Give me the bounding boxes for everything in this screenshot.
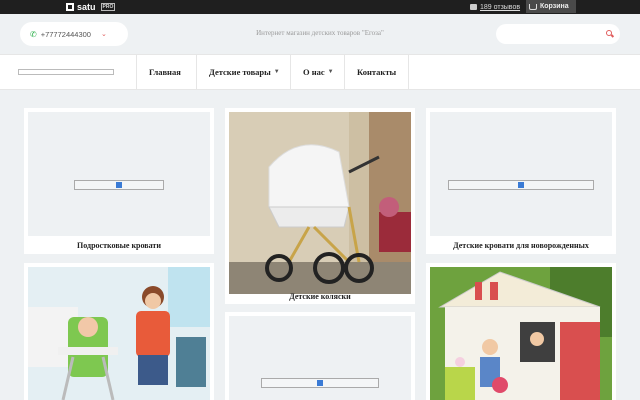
category-card-highchairs[interactable] <box>24 263 214 400</box>
highchair-photo <box>28 267 210 400</box>
stroller-photo <box>229 112 411 294</box>
nav-item-contacts[interactable]: Контакты <box>344 55 410 89</box>
category-image <box>229 112 411 294</box>
phone-number: +77772444300 <box>40 29 91 39</box>
category-image <box>430 112 612 236</box>
shop-name: Интернет магазин детских товаров "Егоза" <box>256 29 384 37</box>
broken-image-icon <box>518 182 524 188</box>
cart-icon <box>529 3 537 10</box>
phone-dropdown[interactable]: ✆ +77772444300 ⌄ <box>20 22 128 46</box>
site-header: ✆ +77772444300 ⌄ Интернет магазин детски… <box>0 14 640 54</box>
phone-icon: ✆ <box>30 29 37 39</box>
search-input[interactable] <box>496 24 620 44</box>
chevron-down-icon: ▼ <box>273 69 280 75</box>
category-image <box>229 316 411 400</box>
satu-topbar: satu PRO 189 отзывов Корзина <box>0 0 640 14</box>
reviews-link[interactable]: 189 отзывов <box>470 2 520 12</box>
site-logo[interactable] <box>18 69 114 75</box>
nav-item-about[interactable]: О нас ▼ <box>290 55 346 89</box>
category-image <box>430 267 612 400</box>
broken-image-placeholder <box>448 180 594 190</box>
category-card-strollers[interactable]: Детские коляски <box>225 108 415 304</box>
broken-image-placeholder <box>261 378 379 388</box>
category-title[interactable]: Детские кровати для новорожденных <box>426 241 616 250</box>
category-image <box>28 267 210 400</box>
category-card-placeholder[interactable] <box>225 312 415 400</box>
speech-bubble-icon <box>470 4 477 10</box>
reviews-count[interactable]: 189 отзывов <box>480 4 520 11</box>
category-title[interactable]: Детские коляски <box>225 292 415 301</box>
broken-image-placeholder <box>74 180 164 190</box>
nav-item-home[interactable]: Главная <box>136 55 193 89</box>
main-nav: Главная Детские товары ▼ О нас ▼ Контакт… <box>0 54 640 90</box>
category-image <box>28 112 210 236</box>
cart-label: Корзина <box>540 3 569 10</box>
search-icon[interactable] <box>606 30 612 36</box>
satu-logo[interactable]: satu PRO <box>66 2 116 12</box>
satu-logo-icon <box>66 3 74 11</box>
category-card-newborn-beds[interactable]: Детские кровати для новорожденных <box>426 108 616 254</box>
satu-brand: satu <box>77 2 96 12</box>
category-title[interactable]: Подростковые кровати <box>24 241 214 250</box>
pro-badge: PRO <box>100 3 116 11</box>
broken-image-icon <box>116 182 122 188</box>
category-card-teen-beds[interactable]: Подростковые кровати <box>24 108 214 254</box>
nav-label: О нас <box>303 67 325 77</box>
nav-item-kids-goods[interactable]: Детские товары ▼ <box>196 55 292 89</box>
nav-label: Детские товары <box>209 67 271 77</box>
cart-button[interactable]: Корзина <box>526 0 576 13</box>
playhouse-photo <box>430 267 612 400</box>
chevron-down-icon: ▼ <box>327 69 334 75</box>
category-card-playhouses[interactable] <box>426 263 616 400</box>
nav-label: Главная <box>149 67 181 77</box>
broken-image-icon <box>317 380 323 386</box>
nav-label: Контакты <box>357 67 397 77</box>
chevron-down-icon: ⌄ <box>100 31 107 38</box>
